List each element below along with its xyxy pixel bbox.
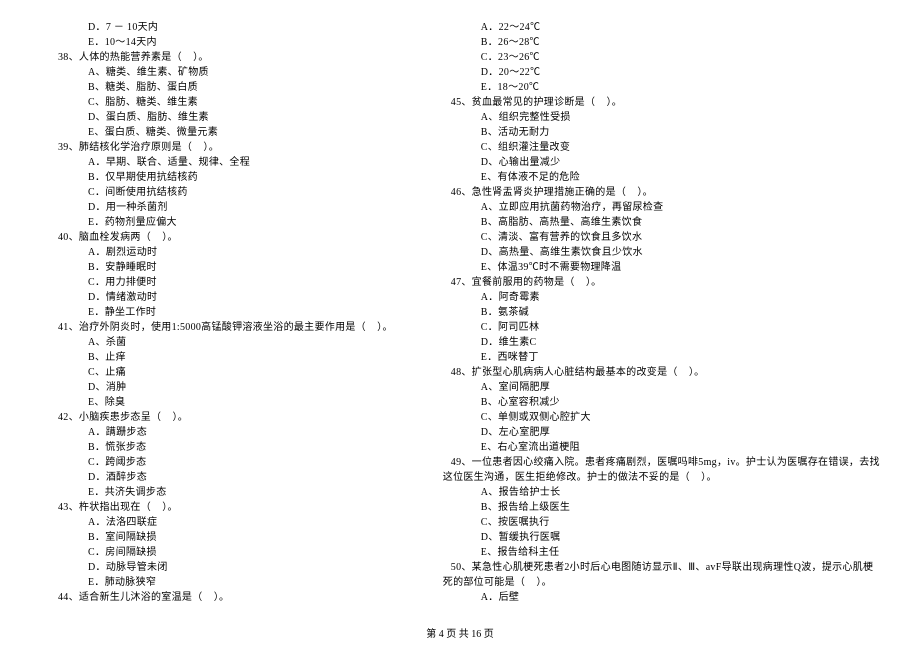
option-line: C．跨阈步态	[50, 455, 393, 470]
option-line: A、立即应用抗菌药物治疗，再留尿检查	[443, 200, 880, 215]
option-line: A、杀菌	[50, 335, 393, 350]
option-line: D．20～22℃	[443, 65, 880, 80]
option-line: E．10～14天内	[50, 35, 393, 50]
option-line: D、蛋白质、脂肪、维生素	[50, 110, 393, 125]
question-line: 50、某急性心肌梗死患者2小时后心电图随访显示Ⅱ、Ⅲ、avF导联出现病理性Q波，…	[443, 560, 880, 575]
option-line: D．动脉导管未闭	[50, 560, 393, 575]
option-line: A．早期、联合、适量、规律、全程	[50, 155, 393, 170]
option-line: C、清淡、富有营养的饮食且多饮水	[443, 230, 880, 245]
option-line: E、有体液不足的危险	[443, 170, 880, 185]
two-column-layout: D．7 － 10天内E．10～14天内38、人体的热能营养素是（ ）。A、糖类、…	[50, 20, 870, 605]
option-line: E、蛋白质、糖类、微量元素	[50, 125, 393, 140]
option-line: A．剧烈运动时	[50, 245, 393, 260]
question-line: 43、杵状指出现在（ ）。	[50, 500, 393, 515]
option-line: E、右心室流出道梗阻	[443, 440, 880, 455]
option-line: A、组织完整性受损	[443, 110, 880, 125]
option-line: B、心室容积减少	[443, 395, 880, 410]
option-line: E．肺动脉狭窄	[50, 575, 393, 590]
option-line: C．房间隔缺损	[50, 545, 393, 560]
option-line: E、除臭	[50, 395, 393, 410]
question-line: 46、急性肾盂肾炎护理措施正确的是（ ）。	[443, 185, 880, 200]
option-line: D、暂缓执行医嘱	[443, 530, 880, 545]
option-line: C、组织灌注量改变	[443, 140, 880, 155]
option-line: D、左心室肥厚	[443, 425, 880, 440]
option-line: B．慌张步态	[50, 440, 393, 455]
option-line: A．后壁	[443, 590, 880, 605]
question-line: 44、适合新生儿沐浴的室温是（ ）。	[50, 590, 393, 605]
option-line: D．用一种杀菌剂	[50, 200, 393, 215]
option-line: C、止痛	[50, 365, 393, 380]
option-line: A．法洛四联症	[50, 515, 393, 530]
option-line: A．蹒跚步态	[50, 425, 393, 440]
option-line: D．维生素C	[443, 335, 880, 350]
option-line: A．22～24℃	[443, 20, 880, 35]
option-line: D、高热量、高维生素饮食且少饮水	[443, 245, 880, 260]
option-line: D、消肿	[50, 380, 393, 395]
left-column: D．7 － 10天内E．10～14天内38、人体的热能营养素是（ ）。A、糖类、…	[50, 20, 393, 605]
option-line: D、心输出量减少	[443, 155, 880, 170]
option-line: A、室间隔肥厚	[443, 380, 880, 395]
question-line: 40、脑血栓发病两（ ）。	[50, 230, 393, 245]
option-line: B．安静睡眠时	[50, 260, 393, 275]
option-line: B、活动无耐力	[443, 125, 880, 140]
question-line: 38、人体的热能营养素是（ ）。	[50, 50, 393, 65]
option-line: D．酒醉步态	[50, 470, 393, 485]
option-line: C、单侧或双侧心腔扩大	[443, 410, 880, 425]
option-line: B、高脂肪、高热量、高维生素饮食	[443, 215, 880, 230]
option-line: E、体温39℃时不需要物理降温	[443, 260, 880, 275]
option-line: C．间断使用抗结核药	[50, 185, 393, 200]
question-continuation: 这位医生沟通，医生拒绝修改。护士的做法不妥的是（ ）。	[443, 470, 880, 485]
option-line: B．仅早期使用抗结核药	[50, 170, 393, 185]
option-line: E．药物剂量应偏大	[50, 215, 393, 230]
question-line: 48、扩张型心肌病病人心脏结构最基本的改变是（ ）。	[443, 365, 880, 380]
option-line: B、止痒	[50, 350, 393, 365]
option-line: C．23～26℃	[443, 50, 880, 65]
option-line: C．用力排便时	[50, 275, 393, 290]
option-line: E．18～20℃	[443, 80, 880, 95]
question-line: 47、宜餐前服用的药物是（ ）。	[443, 275, 880, 290]
question-line: 41、治疗外阴炎时，使用1:5000高锰酸钾溶液坐浴的最主要作用是（ ）。	[50, 320, 393, 335]
option-line: E．共济失调步态	[50, 485, 393, 500]
page-footer: 第 4 页 共 16 页	[0, 627, 920, 642]
option-line: E．静坐工作时	[50, 305, 393, 320]
option-line: D．情绪激动时	[50, 290, 393, 305]
option-line: B．室间隔缺损	[50, 530, 393, 545]
option-line: B．氨茶碱	[443, 305, 880, 320]
option-line: E、报告给科主任	[443, 545, 880, 560]
right-column: A．22～24℃B．26～28℃C．23～26℃D．20～22℃E．18～20℃…	[443, 20, 880, 605]
question-line: 39、肺结核化学治疗原则是（ ）。	[50, 140, 393, 155]
question-line: 45、贫血最常见的护理诊断是（ ）。	[443, 95, 880, 110]
option-line: A、糖类、维生素、矿物质	[50, 65, 393, 80]
question-line: 49、一位患者因心绞痛入院。患者疼痛剧烈，医嘱吗啡5mg，iv。护士认为医嘱存在…	[443, 455, 880, 470]
option-line: A．阿奇霉素	[443, 290, 880, 305]
option-line: C、按医嘱执行	[443, 515, 880, 530]
option-line: B．26～28℃	[443, 35, 880, 50]
option-line: B、糖类、脂肪、蛋白质	[50, 80, 393, 95]
option-line: B、报告给上级医生	[443, 500, 880, 515]
option-line: C、脂肪、糖类、维生素	[50, 95, 393, 110]
option-line: C．阿司匹林	[443, 320, 880, 335]
option-line: E．西咪替丁	[443, 350, 880, 365]
question-continuation: 死的部位可能是（ ）。	[443, 575, 880, 590]
option-line: D．7 － 10天内	[50, 20, 393, 35]
option-line: A、报告给护士长	[443, 485, 880, 500]
question-line: 42、小脑疾患步态呈（ ）。	[50, 410, 393, 425]
